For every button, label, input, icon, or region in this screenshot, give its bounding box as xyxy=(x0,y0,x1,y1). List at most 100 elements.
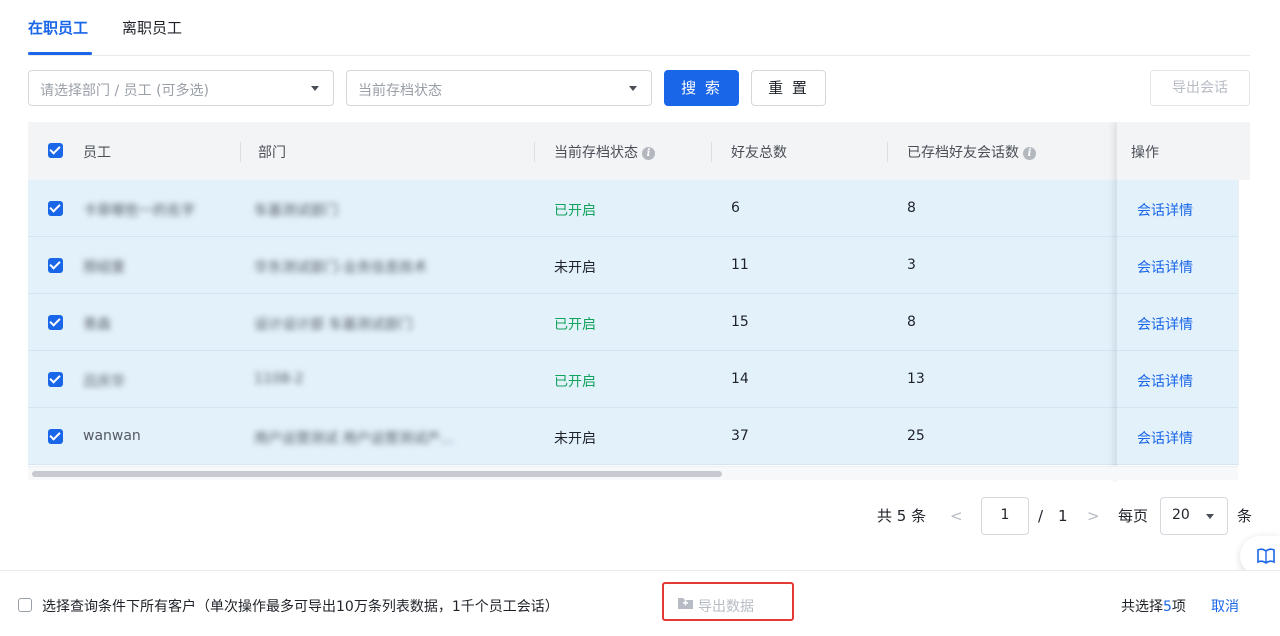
row-checkbox[interactable] xyxy=(48,258,63,273)
page-input[interactable]: 1 xyxy=(981,497,1029,535)
status-text: 已开启 xyxy=(554,317,596,333)
status-text: 已开启 xyxy=(554,374,596,390)
total-count: 共 5 条 xyxy=(877,507,927,525)
table-row[interactable]: 卡菲哪些一的名字 车基测试部门 已开启 6 8 xyxy=(28,180,1250,237)
session-detail-link[interactable]: 会话详情 xyxy=(1137,371,1193,391)
session-detail-link[interactable]: 会话详情 xyxy=(1137,428,1193,448)
chevron-down-icon xyxy=(311,86,319,91)
status-select-placeholder: 当前存档状态 xyxy=(358,83,442,99)
footer-bar: 选择查询条件下所有客户（单次操作最多可导出10万条列表数据，1千个员工会话） 导… xyxy=(0,570,1280,636)
row-checkbox[interactable] xyxy=(48,429,63,444)
col-divider xyxy=(240,142,241,162)
chevron-down-icon xyxy=(629,86,637,91)
department-name: 设计设计部 车基测试部门 xyxy=(254,317,413,333)
fixed-action-column: 操作 会话详情 会话详情 会话详情 会话详情 会话详情 xyxy=(1117,122,1250,482)
action-header: 操作 xyxy=(1117,122,1250,180)
archived-count: 8 xyxy=(907,314,916,330)
search-button[interactable]: 搜 索 xyxy=(664,70,739,106)
friends-count: 14 xyxy=(731,371,749,387)
page-separator: / xyxy=(1038,507,1044,525)
col-archived-label: 已存档好友会话数 xyxy=(907,145,1019,161)
table-row[interactable]: 邢绍里 华东测试部门-业务信息技术 未开启 11 3 xyxy=(28,237,1250,294)
total-pages: 1 xyxy=(1058,507,1068,525)
session-detail-link[interactable]: 会话详情 xyxy=(1137,257,1193,277)
tab-underline xyxy=(28,52,92,55)
info-icon[interactable]: i xyxy=(1023,147,1036,160)
per-page-select[interactable]: 20 xyxy=(1160,497,1228,535)
export-data-highlight: 导出数据 xyxy=(662,582,794,621)
col-action: 操作 xyxy=(1131,145,1159,161)
selected-suffix: 项 xyxy=(1171,599,1186,615)
department-name: 1108-2 xyxy=(254,371,304,387)
friends-count: 37 xyxy=(731,428,749,444)
archived-count: 8 xyxy=(907,200,916,216)
selected-summary: 共选择5项 xyxy=(1121,596,1186,616)
tab-active-employees[interactable]: 在职员工 xyxy=(28,17,88,38)
session-detail-link[interactable]: 会话详情 xyxy=(1137,314,1193,334)
per-page-value: 20 xyxy=(1172,507,1190,523)
employee-name: 吕庆华 xyxy=(83,374,125,390)
col-divider xyxy=(711,142,712,162)
col-archived: 已存档好友会话数 i xyxy=(907,142,1036,162)
per-page-label: 每页 xyxy=(1118,507,1149,525)
employee-name: wanwan xyxy=(83,428,141,444)
chevron-down-icon xyxy=(1206,514,1214,519)
employee-name: 青森 xyxy=(83,317,111,333)
status-text: 未开启 xyxy=(554,431,596,447)
next-page-button[interactable]: > xyxy=(1087,497,1100,535)
table-row[interactable]: wanwan 用户运营测试 用户运营测试产... 未开启 37 25 xyxy=(28,408,1250,465)
select-all-customers-checkbox[interactable] xyxy=(18,598,32,612)
row-checkbox[interactable] xyxy=(48,201,63,216)
col-friends: 好友总数 xyxy=(731,145,787,161)
info-icon[interactable]: i xyxy=(642,147,655,160)
archived-count: 25 xyxy=(907,428,925,444)
col-divider xyxy=(887,142,888,162)
action-cell: 会话详情 xyxy=(1117,180,1237,237)
department-name: 用户运营测试 用户运营测试产... xyxy=(254,431,454,447)
table-header: 员工 部门 当前存档状态 i 好友总数 已存档好友会话数 i xyxy=(28,122,1250,180)
horizontal-scrollbar[interactable] xyxy=(28,466,1238,480)
scrollbar-thumb[interactable] xyxy=(32,471,722,477)
col-divider xyxy=(534,142,535,162)
department-select-placeholder: 请选择部门 / 员工 (可多选) xyxy=(40,83,209,99)
status-text: 已开启 xyxy=(554,203,596,219)
friends-count: 15 xyxy=(731,314,749,330)
row-checkbox[interactable] xyxy=(48,372,63,387)
employee-table: 员工 部门 当前存档状态 i 好友总数 已存档好友会话数 i 卡菲哪些一的名字 车基… xyxy=(28,122,1250,482)
action-cell: 会话详情 xyxy=(1117,408,1237,465)
selected-count: 5 xyxy=(1163,599,1172,615)
prev-page-button[interactable]: < xyxy=(950,497,963,535)
row-checkbox[interactable] xyxy=(48,315,63,330)
vertical-scrollbar[interactable] xyxy=(1238,180,1250,466)
col-department: 部门 xyxy=(258,145,286,161)
session-detail-link[interactable]: 会话详情 xyxy=(1137,200,1193,220)
department-name: 车基测试部门 xyxy=(254,203,338,219)
department-name: 华东测试部门-业务信息技术 xyxy=(254,260,428,276)
export-data-button[interactable]: 导出数据 xyxy=(698,596,754,616)
cancel-button[interactable]: 取消 xyxy=(1211,596,1239,616)
reset-button[interactable]: 重 置 xyxy=(751,70,826,106)
export-session-button[interactable]: 导出会话 xyxy=(1150,70,1250,106)
archived-count: 3 xyxy=(907,257,916,273)
employee-name: 卡菲哪些一的名字 xyxy=(83,203,195,219)
table-row[interactable]: 吕庆华 1108-2 已开启 14 13 xyxy=(28,351,1250,408)
tab-bar: 在职员工 离职员工 xyxy=(28,0,1250,56)
col-status-label: 当前存档状态 xyxy=(554,145,638,161)
friends-count: 6 xyxy=(731,200,740,216)
book-icon xyxy=(1257,548,1275,564)
friends-count: 11 xyxy=(731,257,749,273)
status-text: 未开启 xyxy=(554,260,596,276)
action-cell: 会话详情 xyxy=(1117,294,1237,351)
archived-count: 13 xyxy=(907,371,925,387)
action-cell: 会话详情 xyxy=(1117,351,1237,408)
tab-resigned-employees[interactable]: 离职员工 xyxy=(122,17,182,38)
select-all-customers-label: 选择查询条件下所有客户（单次操作最多可导出10万条列表数据，1千个员工会话） xyxy=(42,599,559,615)
employee-name: 邢绍里 xyxy=(83,260,125,276)
department-employee-select[interactable]: 请选择部门 / 员工 (可多选) xyxy=(28,70,334,106)
select-all-checkbox[interactable] xyxy=(48,143,63,158)
table-row[interactable]: 青森 设计设计部 车基测试部门 已开启 15 8 xyxy=(28,294,1250,351)
per-page-unit: 条 xyxy=(1237,507,1253,525)
selected-prefix: 共选择 xyxy=(1121,599,1163,615)
page-input-value: 1 xyxy=(1000,507,1010,523)
archive-status-select[interactable]: 当前存档状态 xyxy=(346,70,652,106)
